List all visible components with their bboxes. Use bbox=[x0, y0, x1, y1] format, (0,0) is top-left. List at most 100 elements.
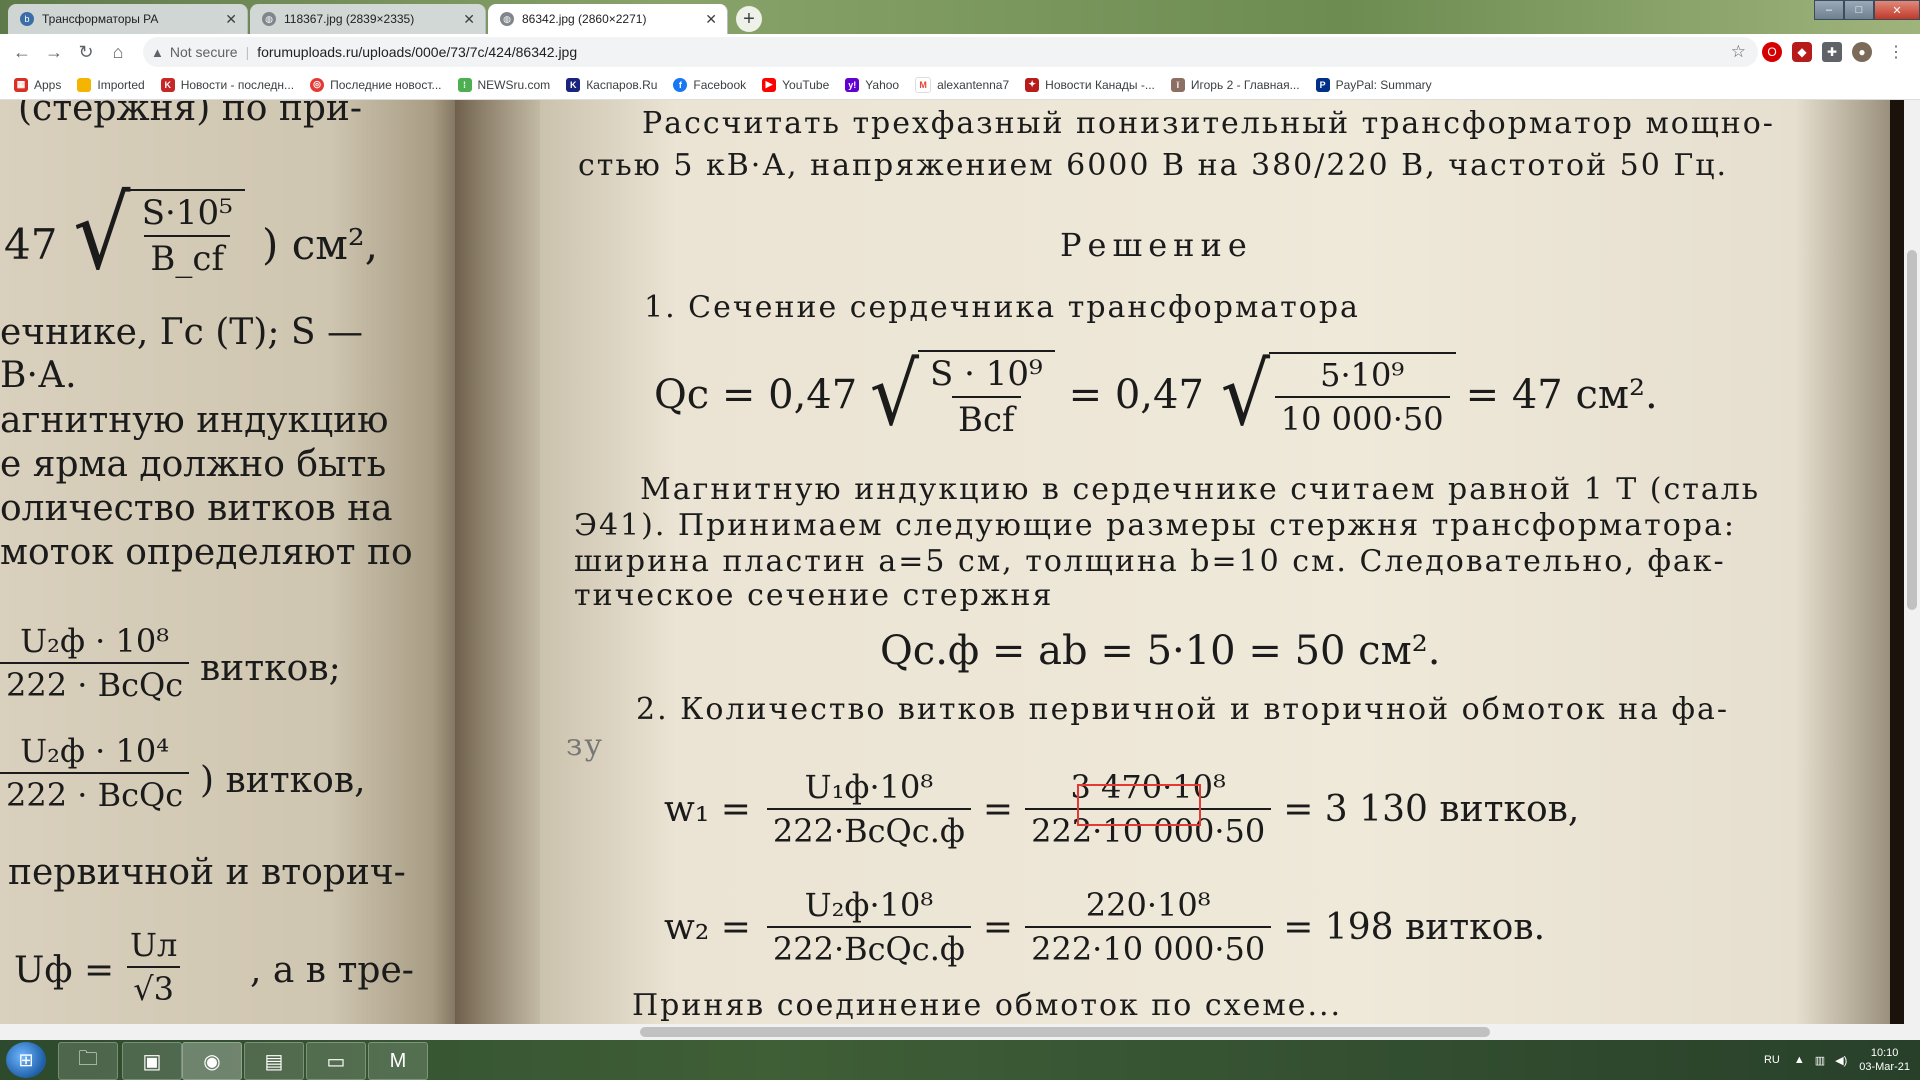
youtube-icon: ▶ bbox=[762, 77, 777, 92]
bookmark-newsru[interactable]: ⁞ NEWSru.com bbox=[457, 77, 550, 92]
radical-sign: √ bbox=[1220, 345, 1270, 445]
tab-title: Трансформаторы РА bbox=[42, 12, 159, 26]
bookmark-label: Последние новост... bbox=[330, 77, 442, 92]
left-formula-coef: 47 bbox=[4, 220, 58, 269]
formula-result: = 198 витков. bbox=[1283, 906, 1546, 948]
app-icon[interactable]: ▤ bbox=[244, 1042, 304, 1080]
minimize-icon[interactable]: – bbox=[1814, 0, 1844, 20]
horizontal-scrollbar[interactable] bbox=[0, 1024, 1904, 1040]
radical-sign: √ bbox=[869, 345, 920, 445]
facebook-icon: f bbox=[673, 77, 688, 92]
bookmark-label: Новости - последн... bbox=[180, 77, 295, 92]
reload-icon[interactable]: ↻ bbox=[74, 40, 98, 64]
bookmark-apps[interactable]: ▦ Apps bbox=[14, 77, 61, 92]
left-line: ечнике, Гс (Т); S — bbox=[0, 312, 364, 353]
url-text[interactable]: forumuploads.ru/uploads/000e/73/7c/424/8… bbox=[257, 44, 577, 60]
clock-time: 10:10 bbox=[1870, 1047, 1899, 1059]
tab-strip: b Трансформаторы РА ✕ ◍ 118367.jpg (2839… bbox=[0, 0, 1920, 34]
left-line: , а в тре- bbox=[250, 950, 414, 991]
opera-extension-icon[interactable]: O bbox=[1762, 42, 1782, 62]
app-icon[interactable]: M bbox=[368, 1042, 428, 1080]
fraction-numerator: Uл bbox=[130, 926, 178, 964]
bookmark-latest-news[interactable]: ◎ Последние новост... bbox=[310, 77, 442, 92]
fraction-denominator: 222 · BcQc bbox=[0, 772, 190, 814]
volume-icon[interactable]: ◀) bbox=[1835, 1054, 1847, 1067]
bookmark-label: alexantenna7 bbox=[937, 77, 1010, 92]
body-text: зу bbox=[566, 728, 605, 763]
formula-result: = 3 130 витков, bbox=[1283, 788, 1580, 830]
site-icon: ǐ bbox=[1170, 77, 1185, 92]
fraction-denominator: B_cf bbox=[144, 235, 231, 279]
close-icon[interactable]: ✕ bbox=[463, 11, 475, 28]
left-line: моток определяют по bbox=[0, 532, 413, 573]
radical-sign: √ bbox=[73, 175, 131, 292]
forward-icon[interactable]: → bbox=[42, 40, 66, 64]
bookmark-canada-news[interactable]: ✦ Новости Канады -... bbox=[1025, 77, 1155, 92]
close-icon[interactable]: ✕ bbox=[225, 11, 237, 28]
bookmark-paypal[interactable]: P PayPal: Summary bbox=[1315, 77, 1432, 92]
bookmark-news[interactable]: K Новости - последн... bbox=[160, 77, 295, 92]
left-line: агнитную индукцию bbox=[0, 400, 389, 441]
scroll-thumb[interactable] bbox=[1907, 250, 1917, 610]
taskbar: ⊞ 🗀 ▣ ◉ ▤ ▭ M RU ▲ ▥ ◀) 10:10 03-Mar-21 bbox=[0, 1040, 1920, 1080]
app-icon[interactable]: ▣ bbox=[122, 1042, 182, 1080]
home-icon[interactable]: ⌂ bbox=[106, 40, 130, 64]
star-icon[interactable]: ☆ bbox=[1731, 42, 1746, 62]
start-button[interactable]: ⊞ bbox=[6, 1042, 46, 1078]
browser-toolbar: ← → ↻ ⌂ ▲ Not secure | forumuploads.ru/u… bbox=[0, 34, 1920, 70]
file-explorer-icon[interactable]: 🗀 bbox=[58, 1042, 118, 1080]
bookmark-igor[interactable]: ǐ Игорь 2 - Главная... bbox=[1170, 77, 1300, 92]
bookmark-kasparov[interactable]: K Каспаров.Ru bbox=[566, 77, 657, 92]
left-formula-unit: ) см², bbox=[262, 220, 379, 269]
site-favicon-icon: b bbox=[20, 12, 34, 26]
left-formula-radical: √ S·10⁵ B_cf bbox=[70, 184, 245, 284]
bookmark-imported[interactable]: Imported bbox=[77, 77, 145, 92]
fraction-denominator: √3 bbox=[127, 966, 181, 1008]
clock[interactable]: 10:10 03-Mar-21 bbox=[1859, 1046, 1910, 1074]
app-icon[interactable]: ▭ bbox=[306, 1042, 366, 1080]
bookmark-youtube[interactable]: ▶ YouTube bbox=[762, 77, 829, 92]
body-text: Приняв соединение обмоток по схеме... bbox=[632, 988, 1343, 1023]
section-heading: 2. Количество витков первичной и вторичн… bbox=[636, 692, 1730, 727]
bookmark-yahoo[interactable]: y! Yahoo bbox=[845, 77, 900, 92]
chrome-icon[interactable]: ◉ bbox=[182, 1042, 242, 1080]
left-line: е ярма должно быть bbox=[0, 444, 387, 485]
shield-extension-icon[interactable]: ◆ bbox=[1792, 42, 1812, 62]
menu-icon[interactable]: ⋮ bbox=[1884, 40, 1908, 64]
language-indicator[interactable]: RU bbox=[1764, 1054, 1780, 1066]
site-icon: K bbox=[566, 77, 581, 92]
left-line: витков; bbox=[200, 648, 341, 689]
back-icon[interactable]: ← bbox=[10, 40, 34, 64]
formula-actual-section: Qс.ф = ab = 5·10 = 50 см². bbox=[880, 628, 1441, 674]
bookmark-gmail[interactable]: Malexantenna7 bbox=[915, 76, 1010, 93]
divider: | bbox=[245, 44, 250, 60]
left-line: оличество витков на bbox=[0, 488, 393, 529]
maple-leaf-icon: ✦ bbox=[1025, 77, 1040, 92]
avatar[interactable]: ● bbox=[1852, 42, 1872, 62]
maximize-icon[interactable]: □ bbox=[1844, 0, 1874, 20]
apps-grid-icon: ▦ bbox=[14, 77, 28, 92]
address-bar[interactable]: ▲ Not secure | forumuploads.ru/uploads/0… bbox=[143, 37, 1758, 67]
network-icon[interactable]: ▥ bbox=[1815, 1054, 1825, 1067]
tray-arrow-icon[interactable]: ▲ bbox=[1794, 1054, 1805, 1066]
fraction-denominator: 222·BcQс.ф bbox=[766, 926, 971, 968]
bookmark-label: Игорь 2 - Главная... bbox=[1190, 77, 1300, 92]
tab-image-86342[interactable]: ◍ 86342.jpg (2860×2271) ✕ bbox=[488, 4, 728, 34]
left-formula-fraction: Uл √3 bbox=[118, 926, 189, 1008]
scroll-thumb[interactable] bbox=[640, 1027, 1490, 1037]
tab-transformers[interactable]: b Трансформаторы РА ✕ bbox=[8, 4, 248, 34]
puzzle-icon[interactable]: ✚ bbox=[1822, 42, 1842, 62]
tab-image-118367[interactable]: ◍ 118367.jpg (2839×2335) ✕ bbox=[250, 4, 486, 34]
bookmark-facebook[interactable]: f Facebook bbox=[673, 77, 746, 92]
vertical-scrollbar[interactable] bbox=[1904, 100, 1920, 1040]
new-tab-button[interactable]: + bbox=[736, 6, 762, 32]
bookmark-label: Yahoo bbox=[865, 77, 900, 92]
window-close-icon[interactable]: ✕ bbox=[1874, 0, 1920, 20]
fraction-denominator: 10 000·50 bbox=[1274, 396, 1450, 438]
left-line: первичной и вторич- bbox=[8, 852, 406, 893]
fraction-numerator: 5·10⁹ bbox=[1320, 356, 1405, 394]
site-icon: ◎ bbox=[310, 77, 325, 92]
tab-title: 86342.jpg (2860×2271) bbox=[522, 12, 647, 26]
close-icon[interactable]: ✕ bbox=[705, 11, 717, 28]
left-line: (стержня) по при- bbox=[18, 100, 363, 129]
